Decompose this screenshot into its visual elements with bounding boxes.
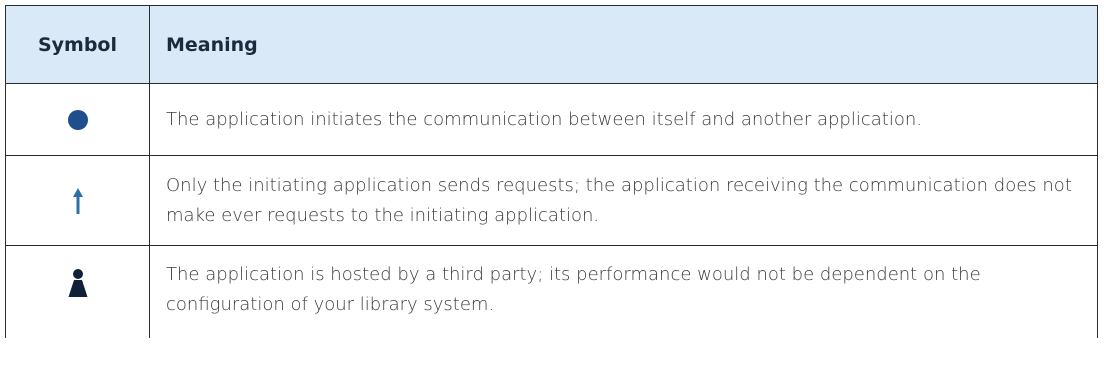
symbol-cell [5,83,150,156]
table-row: The application initiates the communicat… [5,83,1098,156]
filled-circle-icon [67,109,89,131]
table-row: The application is hosted by a third par… [5,245,1098,338]
meaning-cell: The application is hosted by a third par… [149,245,1098,338]
meaning-column-header: Meaning [149,5,1098,84]
person-icon [68,269,88,297]
symbol-column-header: Symbol [5,5,150,84]
symbol-legend-table: Symbol Meaning The application initiates… [5,5,1098,338]
meaning-cell: Only the initiating application sends re… [149,155,1098,246]
meaning-cell: The application initiates the communicat… [149,83,1098,156]
symbol-cell [5,245,150,338]
table-header-row: Symbol Meaning [5,5,1098,84]
symbol-cell [5,155,150,246]
table-row: Only the initiating application sends re… [5,155,1098,246]
up-arrow-icon [72,187,84,214]
